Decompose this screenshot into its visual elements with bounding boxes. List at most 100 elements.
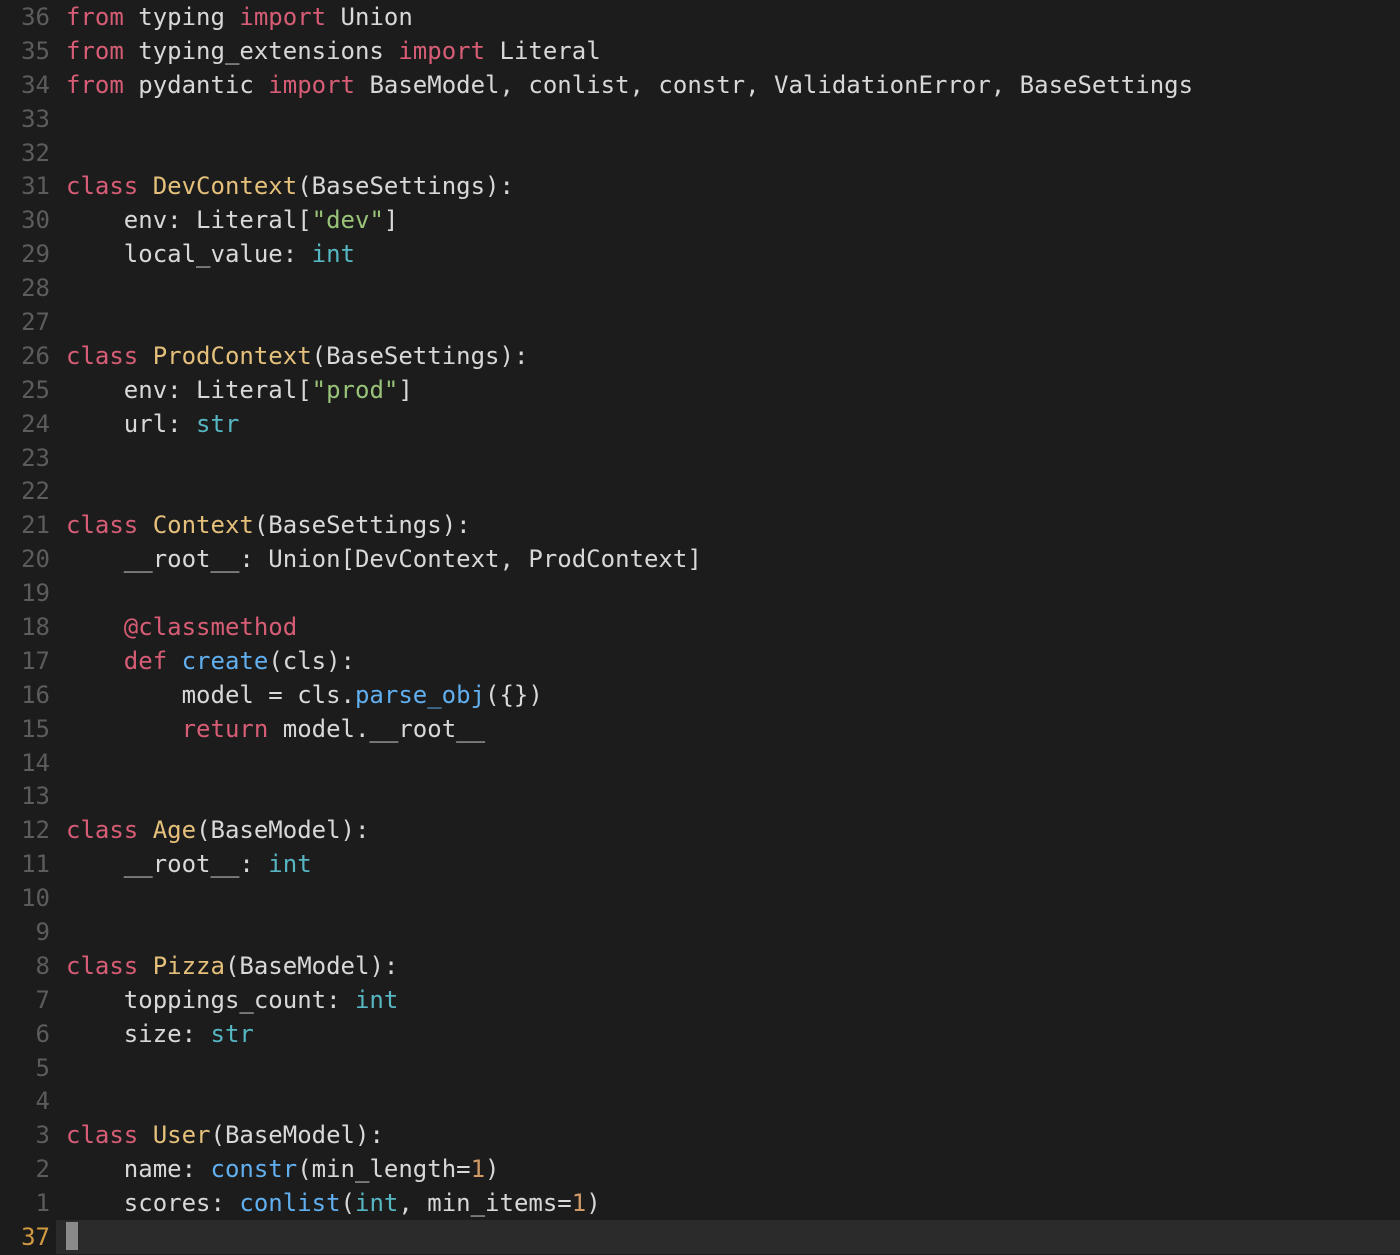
code-content[interactable]: from typing import Union (56, 0, 1400, 34)
code-token: local_value: (66, 240, 312, 268)
code-content[interactable]: from pydantic import BaseModel, conlist,… (56, 68, 1400, 102)
code-token: (BaseModel): (211, 1121, 384, 1149)
code-content[interactable]: name: constr(min_length=1) (56, 1152, 1400, 1186)
code-line[interactable]: 5 (0, 1051, 1400, 1085)
code-line[interactable]: 25 env: Literal["prod"] (0, 373, 1400, 407)
code-content[interactable]: return model.__root__ (56, 712, 1400, 746)
code-line[interactable]: 31class DevContext(BaseSettings): (0, 169, 1400, 203)
code-line[interactable]: 19 (0, 576, 1400, 610)
code-line[interactable]: 14 (0, 746, 1400, 780)
code-line[interactable]: 28 (0, 271, 1400, 305)
code-content[interactable]: size: str (56, 1017, 1400, 1051)
line-number: 30 (0, 206, 56, 234)
line-number: 14 (0, 749, 56, 777)
code-token: ] (384, 206, 398, 234)
code-content[interactable]: class Context(BaseSettings): (56, 508, 1400, 542)
code-line[interactable]: 16 model = cls.parse_obj({}) (0, 678, 1400, 712)
code-content[interactable] (56, 102, 1400, 136)
line-number: 29 (0, 240, 56, 268)
code-content[interactable]: @classmethod (56, 610, 1400, 644)
code-content[interactable]: class DevContext(BaseSettings): (56, 169, 1400, 203)
code-content[interactable] (56, 1085, 1400, 1119)
code-line[interactable]: 35from typing_extensions import Literal (0, 34, 1400, 68)
code-content[interactable]: env: Literal["prod"] (56, 373, 1400, 407)
code-line[interactable]: 22 (0, 474, 1400, 508)
code-line[interactable]: 4 (0, 1085, 1400, 1119)
code-line[interactable]: 17 def create(cls): (0, 644, 1400, 678)
code-content[interactable] (56, 441, 1400, 475)
code-line[interactable]: 23 (0, 441, 1400, 475)
code-content[interactable]: class Age(BaseModel): (56, 813, 1400, 847)
code-content[interactable] (56, 271, 1400, 305)
code-line[interactable]: 18 @classmethod (0, 610, 1400, 644)
code-content[interactable]: local_value: int (56, 237, 1400, 271)
line-number: 20 (0, 545, 56, 573)
code-line[interactable]: 34from pydantic import BaseModel, conlis… (0, 68, 1400, 102)
code-line[interactable]: 26class ProdContext(BaseSettings): (0, 339, 1400, 373)
code-content[interactable]: class ProdContext(BaseSettings): (56, 339, 1400, 373)
code-line[interactable]: 6 size: str (0, 1017, 1400, 1051)
code-token: model = cls. (66, 681, 355, 709)
line-number: 3 (0, 1121, 56, 1149)
code-content[interactable] (56, 576, 1400, 610)
code-content[interactable]: scores: conlist(int, min_items=1) (56, 1186, 1400, 1220)
code-content[interactable] (56, 305, 1400, 339)
code-token: conlist (239, 1189, 340, 1217)
code-token: env: Literal[ (66, 206, 312, 234)
code-line[interactable]: 27 (0, 305, 1400, 339)
code-line[interactable]: 7 toppings_count: int (0, 983, 1400, 1017)
code-content[interactable]: __root__: Union[DevContext, ProdContext] (56, 542, 1400, 576)
line-number: 6 (0, 1020, 56, 1048)
code-line[interactable]: 15 return model.__root__ (0, 712, 1400, 746)
code-line[interactable]: 8class Pizza(BaseModel): (0, 949, 1400, 983)
code-line[interactable]: 29 local_value: int (0, 237, 1400, 271)
code-line[interactable]: 36from typing import Union (0, 0, 1400, 34)
code-line[interactable]: 32 (0, 136, 1400, 170)
code-content[interactable]: __root__: int (56, 847, 1400, 881)
code-token (138, 342, 152, 370)
code-content[interactable] (56, 881, 1400, 915)
code-content[interactable]: url: str (56, 407, 1400, 441)
code-line[interactable]: 9 (0, 915, 1400, 949)
code-content[interactable]: def create(cls): (56, 644, 1400, 678)
code-token: class (66, 172, 138, 200)
code-token: typing_extensions (124, 37, 399, 65)
code-content[interactable] (56, 136, 1400, 170)
code-content[interactable] (56, 779, 1400, 813)
code-line[interactable]: 20 __root__: Union[DevContext, ProdConte… (0, 542, 1400, 576)
code-line[interactable]: 10 (0, 881, 1400, 915)
code-line[interactable]: 11 __root__: int (0, 847, 1400, 881)
code-content[interactable] (56, 1051, 1400, 1085)
code-line[interactable]: 12class Age(BaseModel): (0, 813, 1400, 847)
code-token: import (268, 71, 355, 99)
code-content[interactable]: env: Literal["dev"] (56, 203, 1400, 237)
code-line[interactable]: 2 name: constr(min_length=1) (0, 1152, 1400, 1186)
code-line[interactable]: 1 scores: conlist(int, min_items=1) (0, 1186, 1400, 1220)
code-content[interactable] (56, 915, 1400, 949)
code-token: ] (398, 376, 412, 404)
code-line[interactable]: 21class Context(BaseSettings): (0, 508, 1400, 542)
code-content[interactable]: class User(BaseModel): (56, 1118, 1400, 1152)
code-content[interactable]: toppings_count: int (56, 983, 1400, 1017)
code-content[interactable]: model = cls.parse_obj({}) (56, 678, 1400, 712)
code-token: ) (485, 1155, 499, 1183)
code-token (66, 715, 182, 743)
code-line[interactable]: 13 (0, 779, 1400, 813)
code-content[interactable]: from typing_extensions import Literal (56, 34, 1400, 68)
code-token: Context (153, 511, 254, 539)
code-line[interactable]: 33 (0, 102, 1400, 136)
line-number: 9 (0, 918, 56, 946)
code-content[interactable] (56, 1220, 1400, 1254)
code-line[interactable]: 30 env: Literal["dev"] (0, 203, 1400, 237)
code-content[interactable]: class Pizza(BaseModel): (56, 949, 1400, 983)
code-editor[interactable]: 36from typing import Union35from typing_… (0, 0, 1400, 1255)
line-number: 25 (0, 376, 56, 404)
line-number: 23 (0, 444, 56, 472)
code-line[interactable]: 37 (0, 1220, 1400, 1254)
code-content[interactable] (56, 474, 1400, 508)
code-token (138, 172, 152, 200)
code-line[interactable]: 3class User(BaseModel): (0, 1118, 1400, 1152)
code-line[interactable]: 24 url: str (0, 407, 1400, 441)
code-content[interactable] (56, 746, 1400, 780)
line-number: 16 (0, 681, 56, 709)
